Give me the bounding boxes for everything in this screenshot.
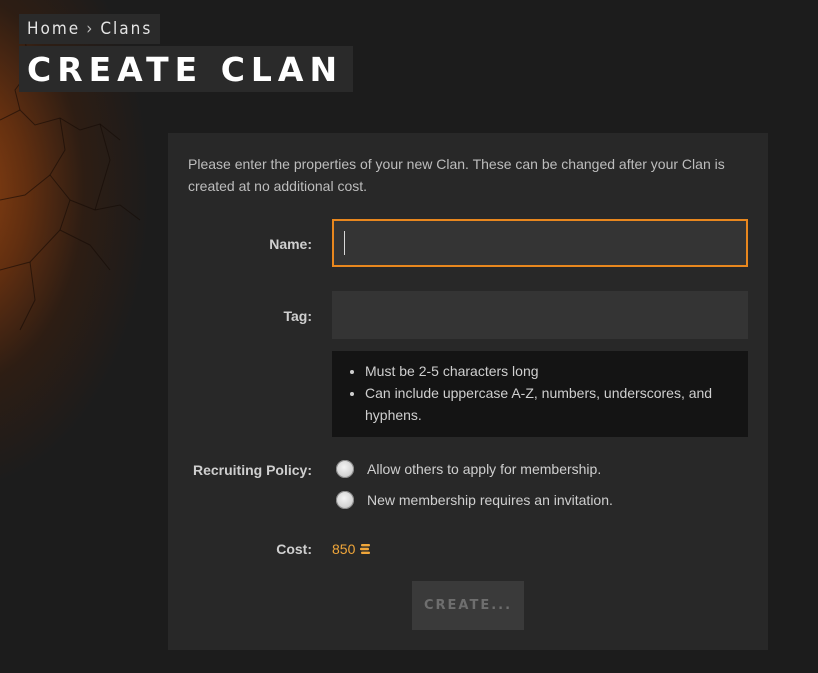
breadcrumb-separator: › (86, 19, 95, 39)
tag-input[interactable] (332, 291, 748, 339)
form-intro-text: Please enter the properties of your new … (188, 156, 725, 194)
tag-hint-characters: Can include uppercase A-Z, numbers, unde… (365, 382, 734, 426)
coin-stack-icon (360, 544, 371, 554)
create-clan-form: Please enter the properties of your new … (168, 133, 768, 650)
tag-hint-length: Must be 2-5 characters long (365, 360, 734, 382)
recruiting-policy-label: Recruiting Policy: (192, 462, 312, 478)
radio-button[interactable] (336, 491, 354, 509)
cost-value: 850 (332, 541, 371, 557)
tag-label: Tag: (283, 308, 312, 324)
recruiting-option-open[interactable]: Allow others to apply for membership. (336, 460, 601, 478)
breadcrumb: Home › Clans (19, 14, 161, 44)
create-button[interactable]: CREATE... (412, 581, 524, 630)
recruiting-option-invite[interactable]: New membership requires an invitation. (336, 491, 613, 509)
cost-amount: 850 (332, 541, 356, 557)
recruiting-option-invite-label[interactable]: New membership requires an invitation. (367, 492, 613, 508)
tag-requirements-box: Must be 2-5 characters long Can include … (332, 351, 748, 437)
name-input[interactable] (332, 219, 748, 267)
breadcrumb-home-link[interactable]: Home (27, 14, 80, 44)
page-title: CREATE CLAN (19, 46, 354, 92)
recruiting-option-open-label[interactable]: Allow others to apply for membership. (367, 461, 601, 477)
cost-label: Cost: (276, 541, 312, 557)
text-caret (344, 231, 345, 255)
breadcrumb-clans-link[interactable]: Clans (100, 14, 152, 44)
radio-button[interactable] (336, 460, 354, 478)
name-label: Name: (269, 236, 312, 252)
